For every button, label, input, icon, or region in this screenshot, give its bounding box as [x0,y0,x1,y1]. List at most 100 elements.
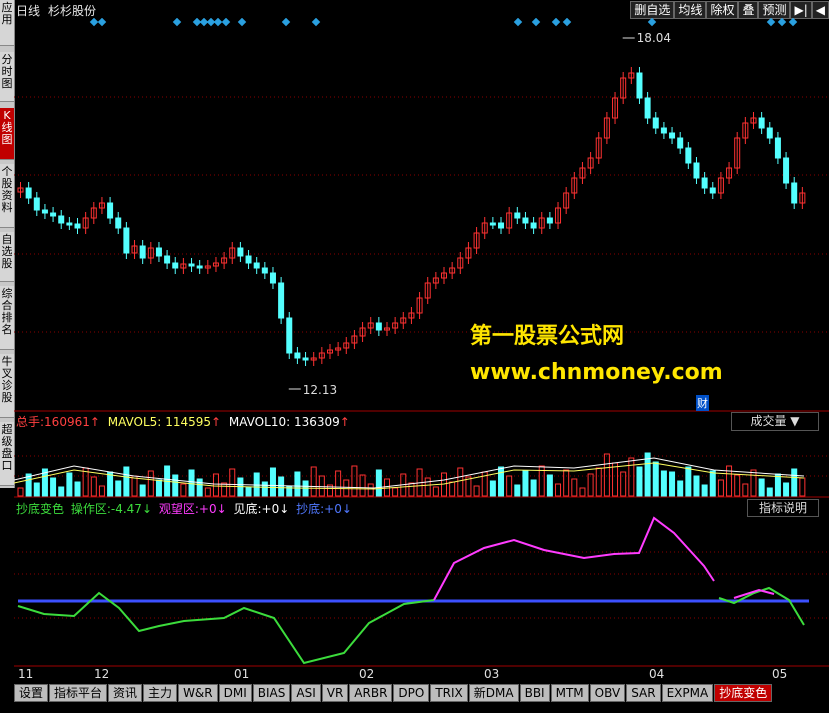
tab-9[interactable]: ARBR [349,684,393,702]
candle-body-33 [286,317,293,354]
tab-8[interactable]: VR [321,684,349,702]
candle-body-19 [172,262,179,269]
toolbar-button-1[interactable]: 均线 [674,1,707,19]
candle-body-6 [66,222,73,226]
mavol5-value: 114595 [165,415,211,429]
volume-bar-10 [98,485,105,497]
finance-badge[interactable]: 财 [696,395,709,411]
volume-bar-94 [783,482,790,497]
tab-5[interactable]: DMI [218,684,252,702]
toolbar-button-5[interactable]: ▶| [790,1,812,19]
candle-body-58 [489,222,496,226]
tab-3[interactable]: 主力 [143,684,178,702]
candle-body-35 [302,357,309,361]
kline-chart[interactable]: 18.04 12.13 [14,18,829,668]
signal-diamond-2 [172,18,182,27]
top-bar: 日线 杉杉股份 删自选 均线 除权叠预测 ▶| ◀ [14,0,829,19]
volume-bar-29 [253,472,260,497]
candle-body-93 [774,137,781,159]
volume-bar-56 [473,485,480,497]
signal-diamond-7 [221,18,231,27]
tab-14[interactable]: MTM [550,684,589,702]
month-label-2: 01 [234,667,250,681]
indicator-help-button[interactable]: 指标说明 [747,499,819,517]
signal-diamond-16 [766,18,776,27]
volume-header: 总手:160961↑ MAVOL5: 114595↑ MAVOL10: 1363… [16,415,350,429]
volume-bar-84 [701,484,708,497]
toolbar-button-6[interactable]: ◀ [811,1,829,19]
tab-18[interactable]: 抄底变色 [714,684,773,702]
sidebar-item-0[interactable]: 应用 [0,0,14,46]
tab-12[interactable]: 新DMA [468,684,519,702]
candle-body-91 [758,117,765,129]
tab-16[interactable]: SAR [626,684,661,702]
month-label-1: 12 [94,667,110,681]
month-label-5: 04 [649,667,665,681]
tab-6[interactable]: BIAS [252,684,291,702]
signal-diamond-9 [281,18,291,27]
tab-11[interactable]: TRIX [430,684,468,702]
tab-4[interactable]: W&R [178,684,218,702]
sidebar-item-4[interactable]: 自选股 [0,232,14,282]
toolbar-button-0[interactable]: 删自选 [630,1,675,19]
volume-bar-32 [278,476,285,497]
candle-body-34 [294,352,301,359]
sidebar-item-6[interactable]: 牛叉诊股 [0,354,14,418]
operate-green-line-tail [718,586,805,626]
signal-diamond-15 [647,18,657,27]
sidebar-item-2[interactable]: K线图 [0,108,14,160]
volume-bar-81 [677,480,684,497]
candle-body-21 [188,263,195,267]
tab-17[interactable]: EXPMA [661,684,714,702]
tab-1[interactable]: 指标平台 [49,684,108,702]
volume-bar-93 [774,473,781,497]
sidebar-item-1[interactable]: 分时图 [0,52,14,102]
volume-bar-96 [799,477,806,497]
watch-label: 观望区: [158,502,199,516]
volume-bar-11 [107,471,114,497]
watch-magenta-line [433,516,715,601]
tab-10[interactable]: DPO [393,684,430,702]
period-label: 日线 [16,4,41,18]
watch-value: +0 [198,502,217,516]
tab-7[interactable]: ASI [291,684,321,702]
candle-body-22 [196,265,203,269]
tab-0[interactable]: 设置 [14,684,49,702]
volume-bar-50 [424,477,431,497]
sidebar-item-5[interactable]: 综合排名 [0,286,14,350]
tab-15[interactable]: OBV [589,684,626,702]
operate-green-line [17,591,435,665]
toolbar-button-2[interactable]: 除权 [706,1,739,19]
tab-13[interactable]: BBI [519,684,550,702]
toolbar-button-3[interactable]: 叠 [738,1,759,19]
tab-2[interactable]: 资讯 [108,684,143,702]
status-strip [0,702,829,713]
sidebar-item-7[interactable]: 超级盘口 [0,422,14,486]
volume-bar-2 [33,482,40,497]
candle-body-94 [783,157,790,184]
candle-body-31 [269,272,276,284]
candle-body-95 [791,182,798,204]
candle-body-65 [546,217,553,224]
watermark-url: www.chnmoney.com [470,360,723,385]
volume-bar-90 [750,469,757,497]
volume-bar-69 [579,487,586,497]
month-label-6: 05 [772,667,788,681]
toolbar-button-4[interactable]: 预测 [758,1,791,19]
volume-bar-34 [294,471,301,497]
volume-bar-5 [58,486,65,497]
candle-body-85 [709,187,716,194]
volume-bar-76 [636,466,643,497]
volume-bar-95 [791,468,798,497]
volume-indicator-select[interactable]: 成交量 ▼ [731,412,819,431]
indicator-name: 抄底变色 [16,502,65,516]
sidebar-item-3[interactable]: 个股资料 [0,164,14,228]
volume-bar-41 [351,465,358,497]
signal-diamond-17 [777,18,787,27]
volume-bar-20 [180,483,187,497]
candle-body-80 [669,132,676,139]
volume-bar-78 [652,461,659,497]
signal-diamond-13 [551,18,561,27]
candle-body-82 [685,147,692,164]
mavol5-label: MAVOL5: [107,415,162,429]
